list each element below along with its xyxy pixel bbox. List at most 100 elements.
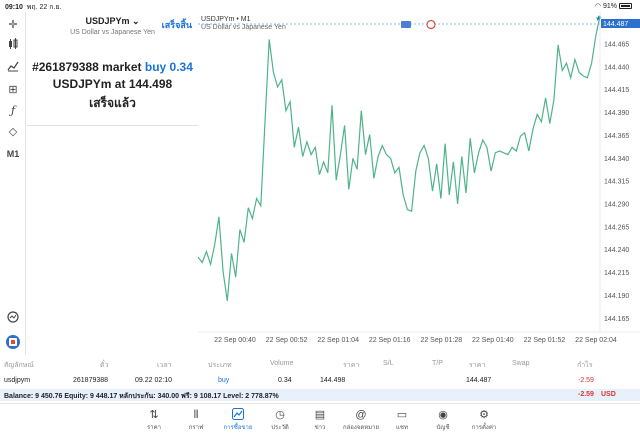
y-tick-label: 144.465 [604,42,629,49]
tab-chat[interactable]: ▭ แชท [382,408,422,432]
tab-chart[interactable]: ⫴ กราฟ [176,408,216,432]
y-tick-label: 144.290 [604,202,629,209]
symbol-name: USDJPYm [85,16,130,26]
row-volume: 0.34 [278,377,292,384]
row-ticket: 261879388 [73,377,109,384]
row-time: 09.22 02:10 [135,377,172,384]
at-prefix: USDJPYm at [52,77,126,91]
tab-history[interactable]: ◷ ประวัติ [260,408,300,432]
balance-text: Balance: 9 450.76 Equity: 9 448.17 หลักป… [4,393,279,400]
order-result-text: เสร็จแล้ว [89,96,136,110]
order-side: buy [144,60,167,74]
status-date: พฤ. 22 ก.ย. [26,4,62,11]
col-ticket: ตั๋ว [100,362,109,369]
col-price: ราคา [343,362,360,369]
tab-trade[interactable]: การซื้อขาย [218,408,258,432]
x-tick-label: 22 Sep 00:40 [214,337,256,344]
order-ticket-line: #261879388 market buy 0.34 [27,60,198,74]
history-icon: ◷ [275,409,285,421]
x-tick-label: 22 Sep 01:16 [369,337,411,344]
x-tick-label: 22 Sep 01:28 [420,337,462,344]
total-profit: -2.59 [578,391,594,398]
y-tick-label: 144.240 [604,247,629,254]
chart-icon: ⫴ [193,409,199,421]
row-price: 144.498 [320,377,346,384]
y-tick-label: 144.265 [604,224,629,231]
zoom-icon[interactable] [5,311,21,325]
order-volume: 0.34 [169,60,193,74]
crosshair-icon[interactable]: ✛ [5,18,21,32]
row-symbol: usdjpym [4,377,31,384]
y-tick-label: 144.365 [604,133,629,140]
sell-marker-icon[interactable] [401,21,411,28]
order-result-panel: USDJPYm ⌄ US Dollar vs Japanese Yen เสร็… [27,12,198,126]
profit-currency: USD [601,391,616,398]
col-swap: Swap [512,360,530,367]
tab-news[interactable]: ▤ ข่าว [300,408,340,432]
col-time: เวลา [157,362,172,369]
settings-icon: ⚙ [479,409,489,421]
y-tick-label: 144.440 [604,64,629,71]
tab-quotes[interactable]: ⇅ ราคา [134,408,174,432]
battery-icon [619,3,632,9]
row-current-price: 144.487 [466,377,492,384]
current-price-value: 144.487 [603,21,628,28]
price-series-line [198,15,601,301]
left-toolbar: ✛ ⊞ ƒ ◇ M1 [0,12,26,355]
col-profit: กำไร [577,362,593,369]
y-tick-label: 144.315 [604,179,629,186]
wifi-icon: ◠ [594,3,602,10]
done-button[interactable]: เสร็จสิ้น [162,18,192,32]
bottom-tab-bar: ⇅ ราคา ⫴ กราฟ การซื้อขาย ◷ ประวัติ ▤ ข่าว @ ก… [0,403,640,447]
battery-percent: 91% [602,3,617,10]
y-tick-label: 144.165 [604,316,629,323]
positions-table-header: สัญลักษณ์ ตั๋ว เวลา ประเภท Volume ราคา S… [0,358,640,372]
x-tick-label: 22 Sep 01:04 [317,337,359,344]
trade-icon [218,408,258,422]
tab-mailbox[interactable]: @ กล่องจดหมาย [341,408,381,432]
x-tick-label: 22 Sep 01:40 [472,337,514,344]
timeframe-button[interactable]: M1 [5,147,21,161]
row-type: buy [218,377,230,384]
indicators-icon[interactable] [5,60,21,74]
chevron-down-icon: ⌄ [131,16,140,26]
price-chart[interactable]: USDJPYm • M1 US Dollar vs Japanese Yen ★… [198,12,640,355]
chart-description-label: US Dollar vs Japanese Yen [201,24,286,31]
x-tick-label: 22 Sep 00:52 [266,337,308,344]
status-time: 09:10 [5,4,23,11]
y-tick-label: 144.415 [604,87,629,94]
shapes-icon[interactable]: ◇ [5,125,21,139]
y-tick-label: 144.340 [604,156,629,163]
chat-icon: ▭ [396,409,408,421]
y-tick-label: 144.215 [604,270,629,277]
col-symbol: สัญลักษณ์ [4,362,34,369]
balance-bar: Balance: 9 450.76 Equity: 9 448.17 หลักป… [0,389,640,401]
trade-panel-icon[interactable] [6,335,20,349]
objects-icon[interactable]: ⊞ [5,83,21,97]
tab-settings[interactable]: ⚙ การตั้งค่า [464,408,504,432]
y-tick-label: 144.190 [604,293,629,300]
chart-symbol-label: USDJPYm • M1 [201,16,251,23]
x-tick-label: 22 Sep 02:04 [575,337,617,344]
order-price-line: USDJPYm at 144.498 [27,77,198,91]
function-icon[interactable]: ƒ [5,104,21,118]
status-bar: 09:10 พฤ. 22 ก.ย. ◠ 91% [0,0,640,12]
tab-account[interactable]: ◉ บัญชี [423,408,463,432]
arrows-updown-icon: ⇅ [149,409,159,421]
y-tick-label: 144.390 [604,110,629,117]
col-current-price: ราคา [469,362,486,369]
col-type: ประเภท [208,362,232,369]
mail-icon: @ [355,409,367,421]
col-tp: T/P [432,360,443,367]
account-icon: ◉ [438,409,448,421]
ticket-text: #261879388 market [32,60,142,74]
chart-type-icon[interactable] [5,38,21,52]
row-profit: -2.59 [578,377,594,384]
col-sl: S/L [383,360,394,367]
table-row[interactable]: usdjpym 261879388 09.22 02:10 buy 0.34 1… [0,375,640,389]
panel-background [27,126,198,355]
buy-marker-icon[interactable] [426,19,436,30]
order-price: 144.498 [128,77,173,91]
col-volume: Volume [270,360,294,367]
x-tick-label: 22 Sep 01:52 [524,337,566,344]
